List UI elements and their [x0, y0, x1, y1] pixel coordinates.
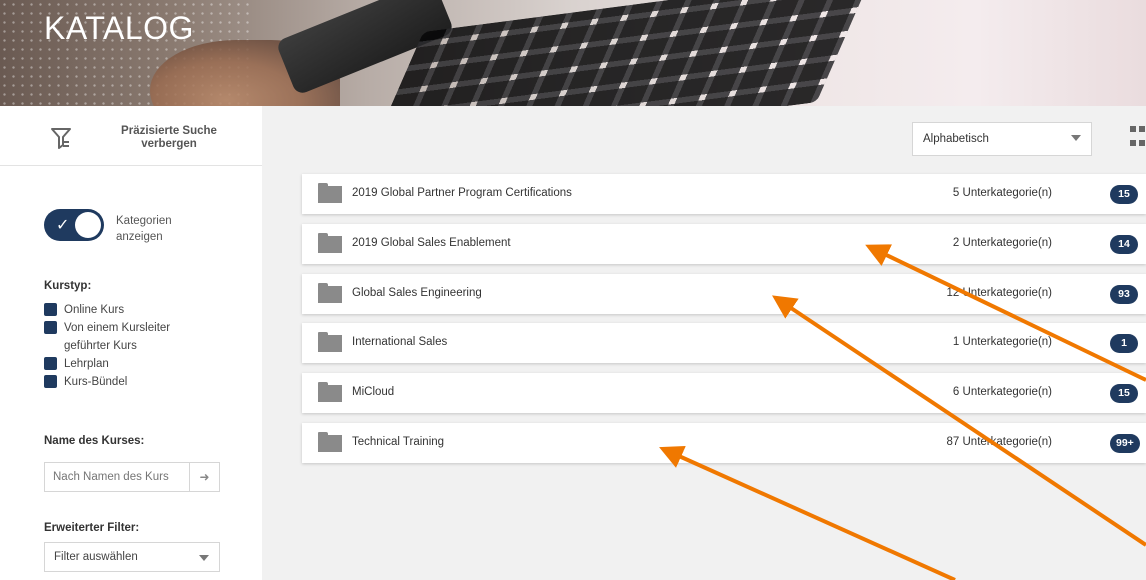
subcategory-count: 1 Unterkategorie(n) — [952, 336, 1052, 348]
course-count-badge: 1 — [1110, 334, 1138, 353]
folder-icon — [318, 283, 342, 303]
course-count-badge: 93 — [1110, 285, 1138, 304]
category-name: 2019 Global Sales Enablement — [352, 237, 511, 249]
course-count-badge: 15 — [1110, 185, 1138, 204]
course-name-field: ➜ — [44, 462, 220, 492]
sort-value: Alphabetisch — [923, 133, 989, 145]
chevron-down-icon — [1071, 135, 1081, 141]
catalog-banner: KATALOG — [0, 0, 1146, 106]
grid-view-icon[interactable] — [1130, 126, 1146, 150]
course-name-title: Name des Kurses: — [44, 435, 145, 447]
subcategory-count: 6 Unterkategorie(n) — [952, 386, 1052, 398]
category-name: 2019 Global Partner Program Certificatio… — [352, 187, 572, 199]
checkbox[interactable] — [44, 303, 57, 316]
category-name: MiCloud — [352, 386, 395, 398]
checkbox[interactable] — [44, 357, 57, 370]
page-title: KATALOG — [44, 10, 194, 46]
advanced-filter-select[interactable]: Filter auswählen — [44, 542, 220, 572]
course-name-input[interactable] — [45, 463, 191, 491]
folder-icon — [318, 233, 342, 253]
checkbox-label: Von einem Kursleiter geführter Kurs — [64, 322, 171, 352]
category-row[interactable]: International Sales 1 Unterkategorie(n) … — [302, 323, 1146, 363]
checkbox-label: Lehrplan — [64, 358, 109, 370]
advanced-filter-title: Erweiterter Filter: — [44, 522, 140, 534]
show-categories-toggle[interactable]: ✓ — [44, 209, 104, 241]
category-row[interactable]: Global Sales Engineering 12 Unterkategor… — [302, 274, 1146, 314]
course-type-title: Kurstyp: — [44, 280, 92, 292]
course-type-option-instructor-led[interactable]: Von einem Kursleiter geführter Kurs — [44, 319, 204, 355]
course-type-option-online[interactable]: Online Kurs — [44, 301, 124, 319]
folder-icon — [318, 332, 342, 352]
funnel-icon — [51, 128, 71, 149]
checkmark-icon: ✓ — [56, 215, 70, 234]
filter-sidebar: Präzisierte Suche verbergen ✓ Kategorien… — [0, 106, 262, 580]
sort-select[interactable]: Alphabetisch — [912, 122, 1092, 156]
folder-icon — [318, 432, 342, 452]
course-count-badge: 99+ — [1110, 434, 1140, 453]
category-row[interactable]: 2019 Global Sales Enablement 2 Unterkate… — [302, 224, 1146, 264]
category-row[interactable]: Technical Training 87 Unterkategorie(n) … — [302, 423, 1146, 463]
subcategory-count: 12 Unterkategorie(n) — [946, 287, 1052, 299]
course-count-badge: 15 — [1110, 384, 1138, 403]
checkbox-label: Kurs-Bündel — [64, 376, 128, 388]
course-type-option-curriculum[interactable]: Lehrplan — [44, 355, 109, 373]
checkbox[interactable] — [44, 375, 57, 388]
toggle-knob — [75, 212, 101, 238]
subcategory-count: 5 Unterkategorie(n) — [952, 187, 1052, 199]
course-count-badge: 14 — [1110, 235, 1138, 254]
show-categories-label: Kategorien anzeigen — [116, 215, 172, 243]
subcategory-count: 2 Unterkategorie(n) — [952, 237, 1052, 249]
annotation-arrow — [659, 445, 956, 580]
category-name: Global Sales Engineering — [352, 287, 482, 299]
folder-icon — [318, 183, 342, 203]
hide-refined-search-label: Präzisierte Suche verbergen — [121, 125, 217, 150]
subcategory-count: 87 Unterkategorie(n) — [946, 436, 1052, 448]
checkbox-label: Online Kurs — [64, 304, 125, 316]
advanced-filter-value: Filter auswählen — [54, 551, 138, 563]
checkbox[interactable] — [44, 321, 57, 334]
folder-icon — [318, 382, 342, 402]
category-name: Technical Training — [352, 436, 445, 448]
hide-refined-search-button[interactable]: Präzisierte Suche verbergen — [0, 106, 262, 166]
course-type-option-bundle[interactable]: Kurs-Bündel — [44, 373, 127, 391]
category-name: International Sales — [352, 336, 448, 348]
category-row[interactable]: 2019 Global Partner Program Certificatio… — [302, 174, 1146, 214]
category-row[interactable]: MiCloud 6 Unterkategorie(n) 15 — [302, 373, 1146, 413]
chevron-down-icon — [199, 555, 209, 561]
search-arrow-button[interactable]: ➜ — [189, 463, 219, 491]
